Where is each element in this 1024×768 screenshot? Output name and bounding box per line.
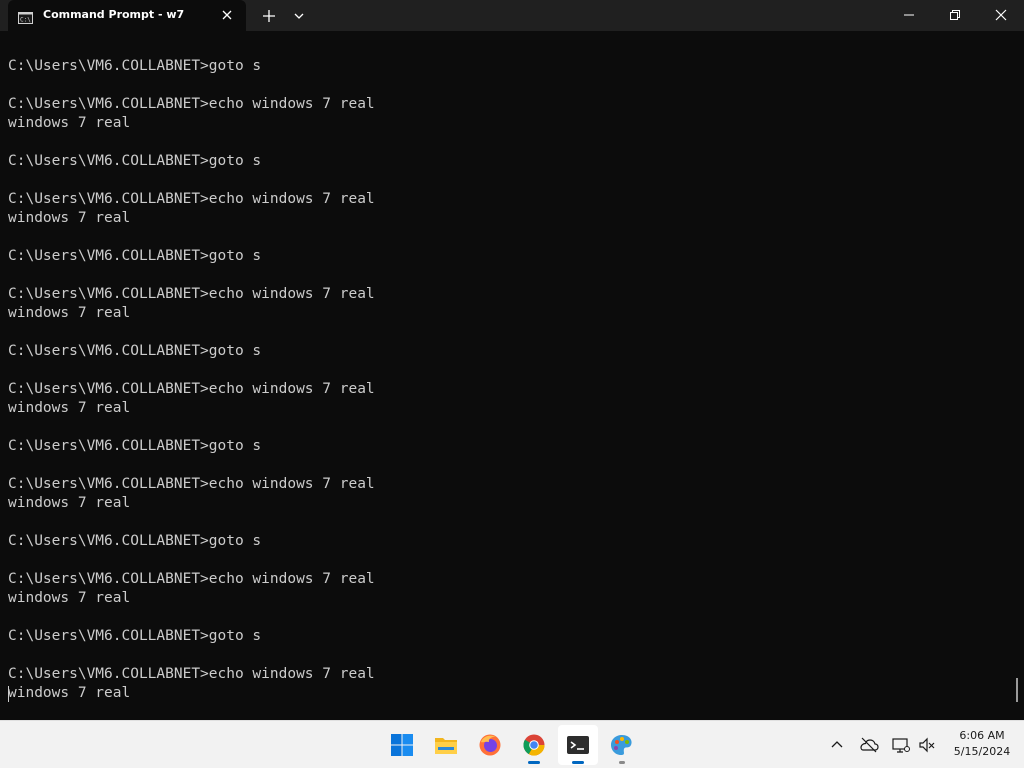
firefox-icon bbox=[479, 734, 501, 756]
console-line: windows 7 real bbox=[8, 115, 131, 131]
active-indicator bbox=[528, 761, 540, 764]
console-line: C:\Users\VM6.COLLABNET>echo windows 7 re… bbox=[8, 381, 375, 397]
firefox-button[interactable] bbox=[470, 725, 510, 765]
plus-icon bbox=[263, 10, 275, 22]
onedrive-icon bbox=[860, 737, 879, 753]
close-button[interactable] bbox=[978, 0, 1024, 31]
clock-time: 6:06 AM bbox=[959, 729, 1005, 742]
terminal-window: C:\ Command Prompt - w7 C:\Users\VM6.COL… bbox=[0, 0, 1024, 720]
scrollbar-thumb[interactable] bbox=[1016, 678, 1018, 702]
close-icon bbox=[995, 9, 1007, 21]
restore-button[interactable] bbox=[932, 0, 978, 31]
file-explorer-icon bbox=[435, 738, 457, 754]
tab-command-prompt[interactable]: C:\ Command Prompt - w7 bbox=[8, 0, 246, 31]
console-line: windows 7 real bbox=[8, 210, 131, 226]
console-line: C:\Users\VM6.COLLABNET>goto s bbox=[8, 533, 262, 549]
console-line: C:\Users\VM6.COLLABNET>echo windows 7 re… bbox=[8, 571, 375, 587]
cmd-icon: C:\ bbox=[18, 9, 33, 24]
console-line: C:\Users\VM6.COLLABNET>goto s bbox=[8, 248, 262, 264]
svg-text:C:\: C:\ bbox=[20, 17, 31, 24]
maximize-icon bbox=[950, 10, 960, 20]
start-button[interactable] bbox=[382, 725, 422, 765]
file-explorer-button[interactable] bbox=[426, 725, 466, 765]
network-tray[interactable] bbox=[891, 735, 911, 755]
clock-date: 5/15/2024 bbox=[953, 745, 1011, 758]
console-line: windows 7 real bbox=[8, 685, 131, 701]
tab-dropdown-button[interactable] bbox=[289, 6, 309, 26]
console-line: C:\Users\VM6.COLLABNET>goto s bbox=[8, 628, 262, 644]
network-icon bbox=[892, 738, 910, 753]
windows-start-icon bbox=[391, 734, 413, 756]
console-line: C:\Users\VM6.COLLABNET>goto s bbox=[8, 343, 262, 359]
show-hidden-icons-button[interactable] bbox=[827, 735, 847, 755]
active-indicator bbox=[572, 761, 584, 764]
onedrive-tray[interactable] bbox=[859, 735, 879, 755]
minimize-button[interactable] bbox=[886, 0, 932, 31]
console-line: C:\Users\VM6.COLLABNET>goto s bbox=[8, 153, 262, 169]
console-line: C:\Users\VM6.COLLABNET>goto s bbox=[8, 438, 262, 454]
paint-button[interactable] bbox=[602, 725, 642, 765]
tab-close-icon[interactable] bbox=[218, 6, 236, 24]
paint-icon bbox=[611, 735, 632, 755]
console-line: windows 7 real bbox=[8, 495, 131, 511]
terminal-button[interactable] bbox=[558, 725, 598, 765]
terminal-icon bbox=[567, 736, 589, 754]
volume-tray[interactable] bbox=[917, 735, 937, 755]
console-line: C:\Users\VM6.COLLABNET>echo windows 7 re… bbox=[8, 476, 375, 492]
minimize-icon bbox=[904, 14, 914, 16]
running-indicator bbox=[619, 761, 625, 764]
console-line: C:\Users\VM6.COLLABNET>echo windows 7 re… bbox=[8, 286, 375, 302]
taskbar: 6:06 AM 5/15/2024 bbox=[0, 720, 1024, 768]
console-line: windows 7 real bbox=[8, 400, 131, 416]
console-line: windows 7 real bbox=[8, 590, 131, 606]
console-line: windows 7 real bbox=[8, 305, 131, 321]
clock[interactable]: 6:06 AM 5/15/2024 bbox=[944, 728, 1020, 760]
console-output[interactable]: C:\Users\VM6.COLLABNET>goto s C:\Users\VM… bbox=[8, 57, 1008, 707]
chrome-button[interactable] bbox=[514, 725, 554, 765]
volume-muted-icon bbox=[919, 737, 935, 753]
title-bar[interactable]: C:\ Command Prompt - w7 bbox=[0, 0, 1024, 31]
tab-title: Command Prompt - w7 bbox=[43, 8, 185, 21]
console-line: C:\Users\VM6.COLLABNET>echo windows 7 re… bbox=[8, 191, 375, 207]
text-cursor bbox=[8, 686, 9, 702]
new-tab-button[interactable] bbox=[259, 6, 279, 26]
chevron-down-icon bbox=[294, 13, 304, 19]
console-line: C:\Users\VM6.COLLABNET>echo windows 7 re… bbox=[8, 666, 375, 682]
chrome-icon bbox=[523, 734, 545, 756]
console-line: C:\Users\VM6.COLLABNET>echo windows 7 re… bbox=[8, 96, 375, 112]
console-line: C:\Users\VM6.COLLABNET>goto s bbox=[8, 58, 262, 74]
chevron-up-icon bbox=[831, 741, 843, 748]
